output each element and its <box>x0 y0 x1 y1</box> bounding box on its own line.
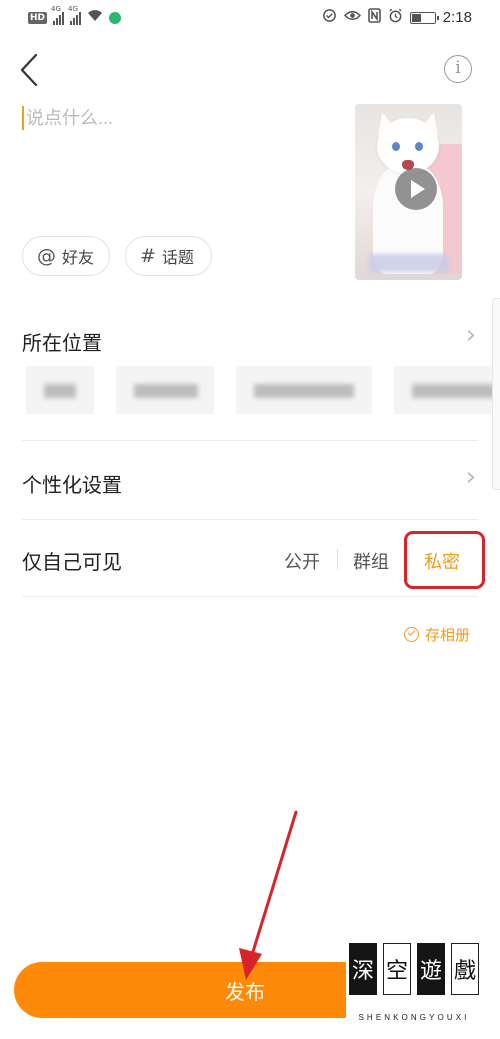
watermark-logo: 深 空 遊 戲 SHENKONGYOUXI <box>346 940 482 1036</box>
personalize-chevron-icon[interactable]: › <box>466 462 476 492</box>
thumbnail-caption-redacted <box>369 254 449 272</box>
mention-friends-label: 好友 <box>62 248 95 267</box>
app-notification-icon <box>109 11 122 24</box>
signal-icon: 4G <box>51 5 65 25</box>
logo-char: 遊 <box>417 943 445 995</box>
location-chevron-icon[interactable]: › <box>466 320 476 350</box>
divider <box>22 519 478 520</box>
location-suggestion[interactable] <box>116 366 214 414</box>
nfc-icon <box>367 8 381 27</box>
signal-icon: 4G <box>68 5 82 25</box>
save-to-album-toggle[interactable]: 存相册 <box>404 624 470 645</box>
play-icon[interactable] <box>395 168 437 210</box>
location-suggestion[interactable] <box>394 366 500 414</box>
location-title[interactable]: 所在位置 <box>22 327 102 356</box>
location-suggestion[interactable] <box>236 366 372 414</box>
wifi-icon <box>87 9 103 26</box>
visibility-option-group[interactable]: 群组 <box>353 548 389 574</box>
personalize-title[interactable]: 个性化设置 <box>22 469 122 498</box>
logo-romanized: SHENKONGYOUXI <box>358 1013 470 1022</box>
status-right: 2:18 <box>322 8 472 27</box>
logo-char: 深 <box>349 943 377 995</box>
alarm-icon <box>388 8 403 27</box>
text-caret <box>22 106 24 130</box>
visibility-option-public[interactable]: 公开 <box>284 548 320 574</box>
info-button[interactable]: i <box>444 55 472 83</box>
info-icon: i <box>455 58 461 78</box>
eye-comfort-icon <box>322 8 337 27</box>
at-icon: @ <box>37 245 56 267</box>
divider <box>22 596 478 597</box>
chevron-left-icon <box>20 53 38 87</box>
visibility-current-label: 仅自己可见 <box>22 550 122 574</box>
save-to-album-label: 存相册 <box>425 626 471 644</box>
side-pull-tab[interactable] <box>492 298 500 490</box>
divider <box>337 549 338 569</box>
battery-icon <box>409 11 439 24</box>
check-circle-icon <box>404 627 419 642</box>
status-bar: HD 4G 4G 2:18 <box>0 0 500 36</box>
back-button[interactable] <box>16 52 44 88</box>
post-text-input[interactable] <box>26 108 326 129</box>
logo-char: 戲 <box>451 943 479 995</box>
status-left: HD 4G 4G <box>28 5 122 26</box>
topic-label: 话题 <box>161 248 194 267</box>
hd-badge: HD <box>28 11 48 24</box>
logo-char: 空 <box>383 943 411 995</box>
hashtag-icon: # <box>140 245 156 267</box>
clock: 2:18 <box>442 9 472 26</box>
highlight-box <box>404 531 485 589</box>
video-thumbnail[interactable] <box>355 104 462 280</box>
location-suggestions <box>0 366 500 414</box>
topic-chip[interactable]: # 话题 <box>125 236 212 276</box>
divider <box>22 440 478 441</box>
location-suggestion[interactable] <box>26 366 94 414</box>
mention-friends-chip[interactable]: @ 好友 <box>22 236 110 276</box>
eye-icon <box>343 9 361 26</box>
